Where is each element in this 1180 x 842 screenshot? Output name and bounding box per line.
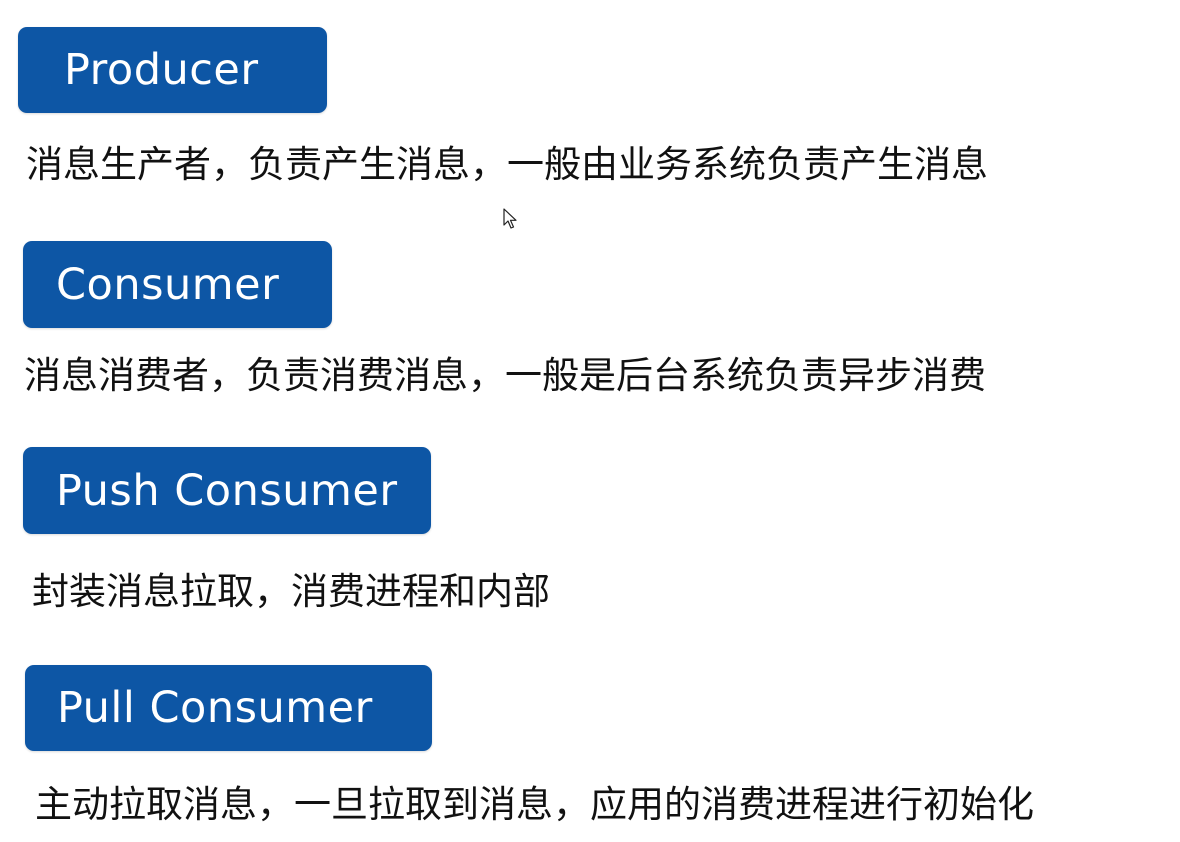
pull-consumer-description: 主动拉取消息，一旦拉取到消息，应用的消费进程进行初始化 xyxy=(35,783,1034,826)
push-consumer-tag-label: Push Consumer xyxy=(56,465,398,516)
pull-consumer-tag-label: Pull Consumer xyxy=(57,683,373,733)
mouse-pointer-icon xyxy=(503,208,517,229)
consumer-tag-label: Consumer xyxy=(56,259,280,310)
producer-description: 消息生产者，负责产生消息，一般由业务系统负责产生消息 xyxy=(26,143,988,186)
consumer-tag: Consumer xyxy=(23,241,332,328)
push-consumer-tag: Push Consumer xyxy=(23,447,431,534)
consumer-description: 消息消费者，负责消费消息，一般是后台系统负责异步消费 xyxy=(24,354,986,397)
push-consumer-description: 封装消息拉取，消费进程和内部 xyxy=(32,570,550,613)
producer-tag: Producer xyxy=(18,27,327,113)
pull-consumer-tag: Pull Consumer xyxy=(25,665,432,751)
producer-tag-label: Producer xyxy=(64,45,259,95)
